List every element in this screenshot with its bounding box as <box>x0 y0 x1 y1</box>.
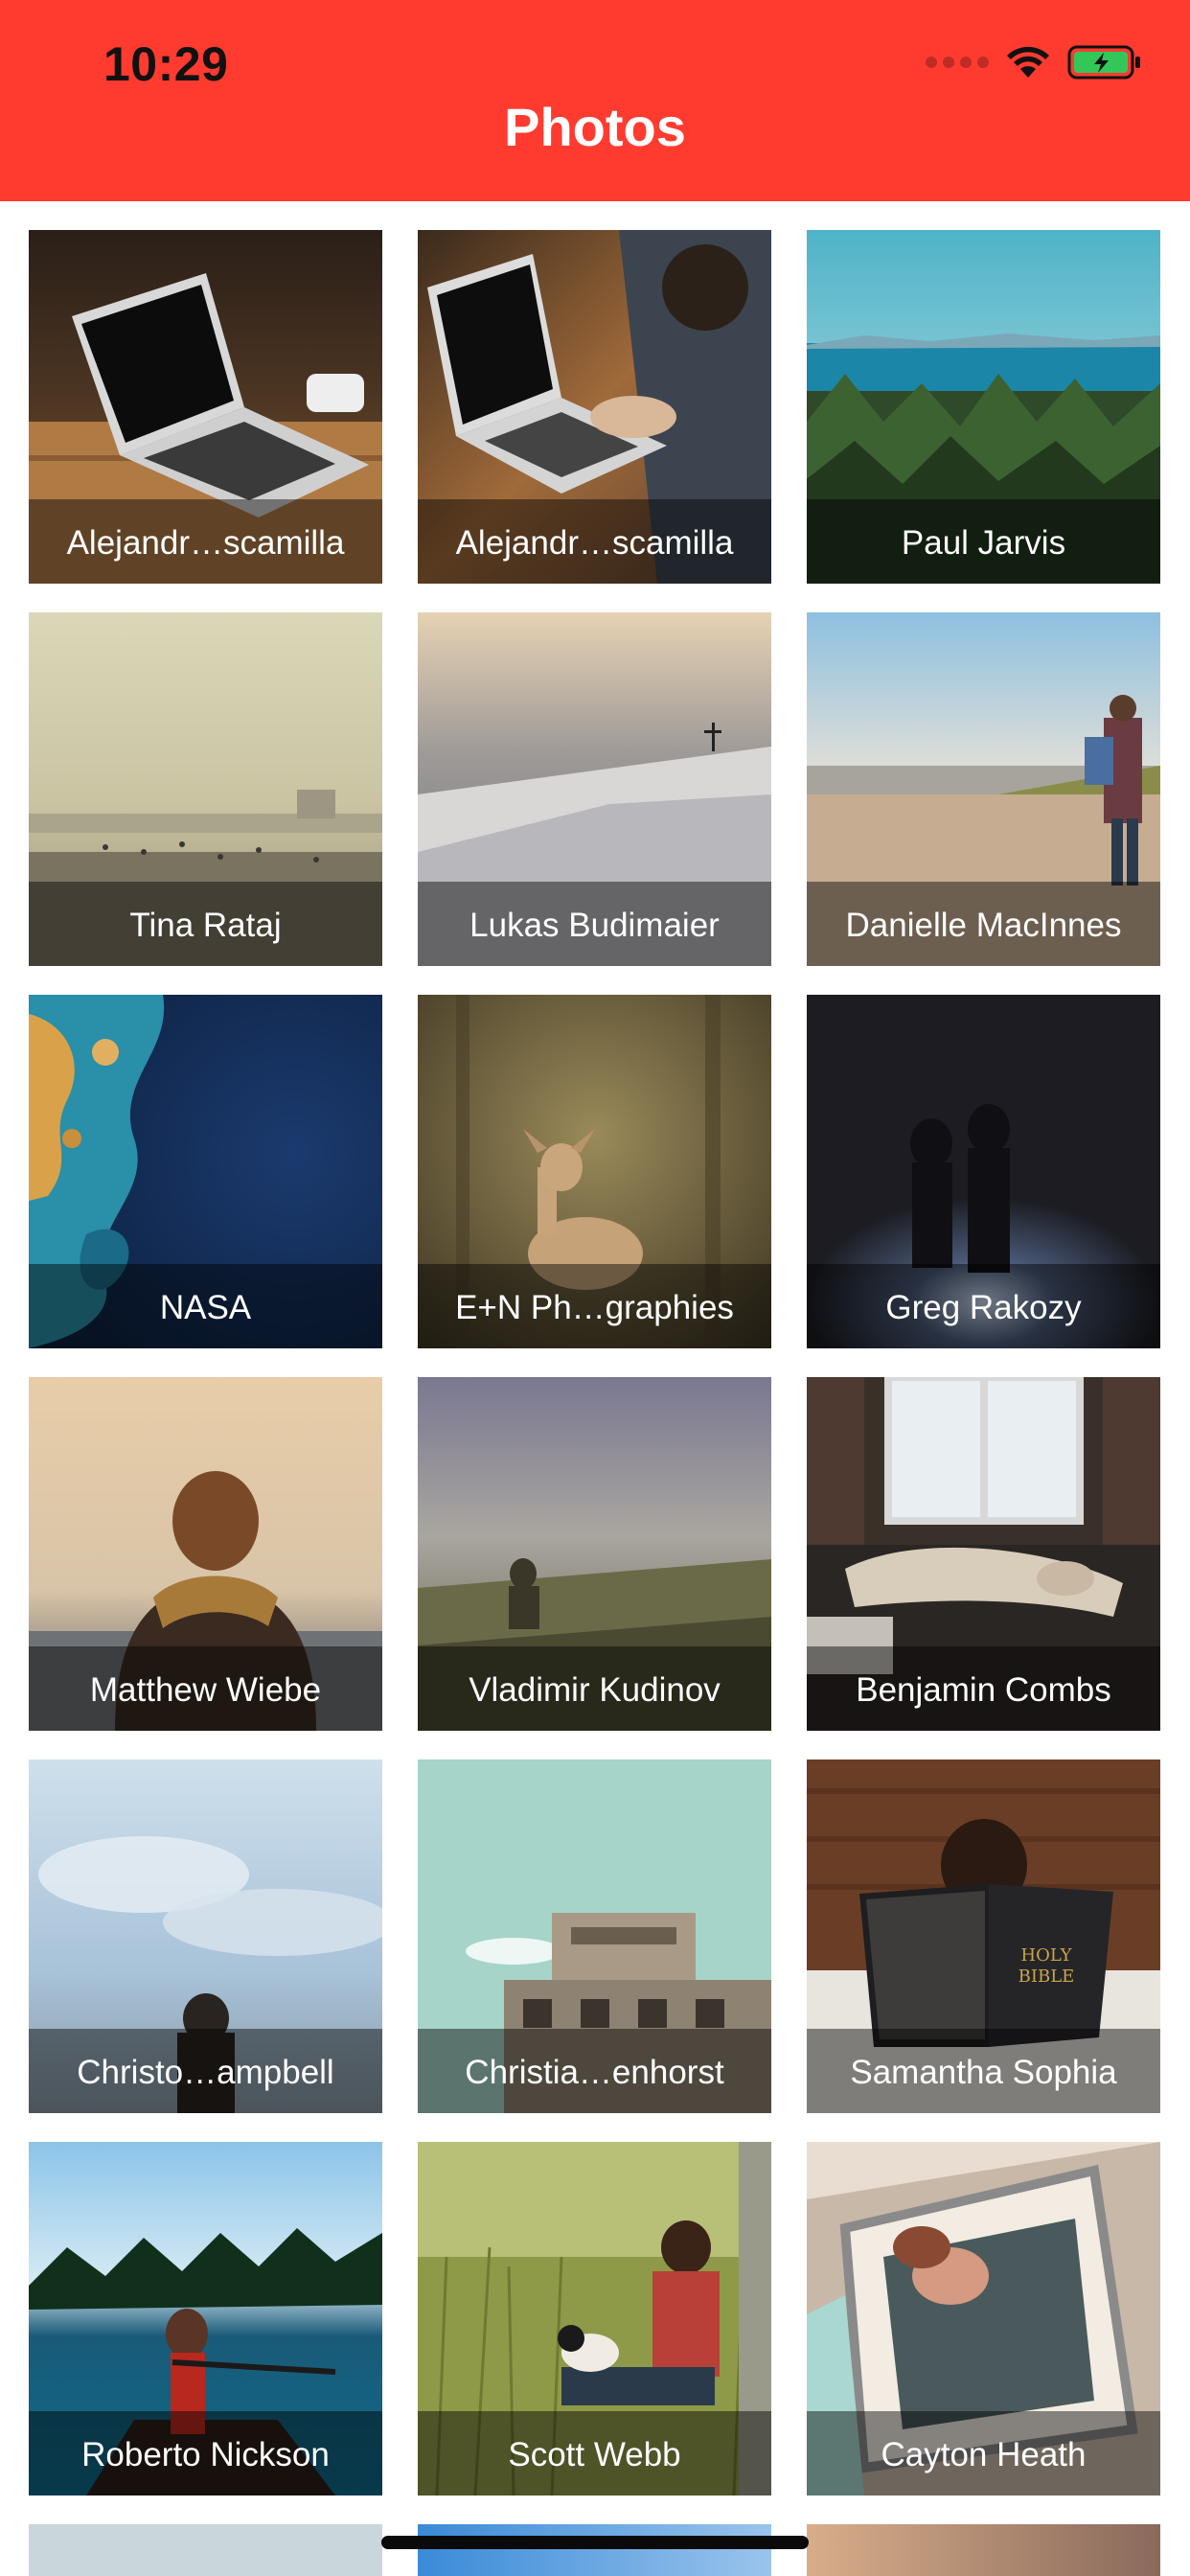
caption-bar: NASA <box>29 1264 382 1348</box>
svg-text:BIBLE: BIBLE <box>1018 1966 1075 1987</box>
photo-tile[interactable]: Matthew Wiebe <box>29 1377 382 1731</box>
photo-tile[interactable]: Tina Rataj <box>29 612 382 966</box>
caption-bar: Roberto Nickson <box>29 2411 382 2496</box>
photo-tile[interactable]: Christia…enhorst <box>418 1760 771 2113</box>
photo-tile[interactable]: Christo…ampbell <box>29 1760 382 2113</box>
photo-tile[interactable]: Benjamin Combs <box>807 1377 1160 1731</box>
wifi-icon <box>1007 46 1049 78</box>
photo-tile[interactable]: Scott Webb <box>418 2142 771 2496</box>
photo-author: Christia…enhorst <box>465 2054 724 2091</box>
photo-tile[interactable]: Paul Jarvis <box>807 230 1160 584</box>
photo-tile[interactable]: NASA <box>29 995 382 1348</box>
photo-author: Christo…ampbell <box>77 2054 334 2091</box>
caption-bar: Christia…enhorst <box>418 2029 771 2113</box>
cellular-dots-icon <box>926 57 989 68</box>
photo-tile[interactable]: Vladimir Kudinov <box>418 1377 771 1731</box>
caption-bar: Lukas Budimaier <box>418 882 771 966</box>
caption-bar: Samantha Sophia <box>807 2029 1160 2113</box>
photo-author: Scott Webb <box>508 2436 681 2473</box>
caption-bar: E+N Ph…graphies <box>418 1264 771 1348</box>
caption-bar: Alejandr…scamilla <box>418 499 771 584</box>
photo-tile[interactable]: Lukas Budimaier <box>418 612 771 966</box>
photo-tile[interactable]: E+N Ph…graphies <box>418 995 771 1348</box>
navigation-header: 10:29 Photos <box>0 0 1190 201</box>
photo-tile[interactable]: Greg Rakozy <box>807 995 1160 1348</box>
caption-bar: Matthew Wiebe <box>29 1646 382 1731</box>
home-indicator[interactable] <box>381 2536 809 2549</box>
caption-bar: Paul Jarvis <box>807 499 1160 584</box>
status-time: 10:29 <box>103 37 229 91</box>
battery-charging-icon <box>1067 45 1140 80</box>
photo-author: Danielle MacInnes <box>845 907 1122 944</box>
caption-bar: Scott Webb <box>418 2411 771 2496</box>
photo-author: Benjamin Combs <box>856 1671 1111 1709</box>
photo-author: Alejandr…scamilla <box>455 524 734 562</box>
caption-bar: Tina Rataj <box>29 882 382 966</box>
photo-tile[interactable]: HOLY BIBLE Samantha Sophia <box>807 1760 1160 2113</box>
caption-bar: Vladimir Kudinov <box>418 1646 771 1731</box>
photo-tile[interactable]: Alejandr…scamilla <box>29 230 382 584</box>
caption-bar: Christo…ampbell <box>29 2029 382 2113</box>
caption-bar: Greg Rakozy <box>807 1264 1160 1348</box>
photo-tile[interactable] <box>418 2524 771 2576</box>
photo-image <box>418 2524 771 2576</box>
photo-tile[interactable] <box>807 2524 1160 2576</box>
caption-bar: Danielle MacInnes <box>807 882 1160 966</box>
caption-bar: Alejandr…scamilla <box>29 499 382 584</box>
photo-tile[interactable]: Danielle MacInnes <box>807 612 1160 966</box>
photo-image <box>29 2524 382 2576</box>
photo-image <box>807 2524 1160 2576</box>
photo-author: NASA <box>159 1289 252 1326</box>
photo-author: Paul Jarvis <box>901 524 1066 562</box>
status-icons <box>926 44 1144 80</box>
photo-author: Vladimir Kudinov <box>469 1671 721 1709</box>
photo-author: Samantha Sophia <box>850 2054 1117 2091</box>
photo-author: Cayton Heath <box>881 2436 1087 2473</box>
caption-bar: Benjamin Combs <box>807 1646 1160 1731</box>
svg-text:HOLY: HOLY <box>1020 1945 1072 1966</box>
photo-author: E+N Ph…graphies <box>455 1289 734 1326</box>
photo-author: Alejandr…scamilla <box>66 524 345 562</box>
photo-author: Lukas Budimaier <box>469 907 720 944</box>
photo-author: Greg Rakozy <box>885 1289 1082 1326</box>
caption-bar: Cayton Heath <box>807 2411 1160 2496</box>
photo-tile[interactable]: Alejandr…scamilla <box>418 230 771 584</box>
photo-author: Matthew Wiebe <box>89 1671 322 1709</box>
photo-tile[interactable] <box>29 2524 382 2576</box>
photo-tile[interactable]: Cayton Heath <box>807 2142 1160 2496</box>
photo-tile[interactable]: Roberto Nickson <box>29 2142 382 2496</box>
photo-author: Tina Rataj <box>129 907 282 944</box>
page-title: Photos <box>504 97 686 157</box>
photo-author: Roberto Nickson <box>81 2436 330 2473</box>
